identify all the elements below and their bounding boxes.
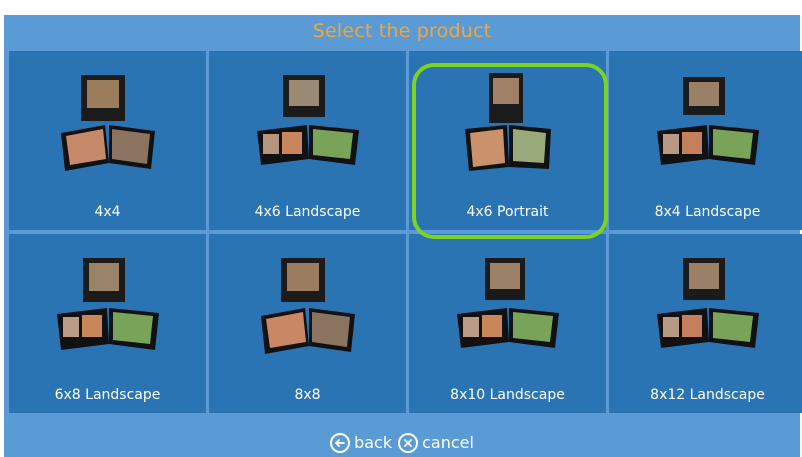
photobook-thumbnail <box>657 258 759 348</box>
product-tile-8x12-landscape[interactable]: 8x12 Landscape <box>609 234 802 413</box>
photobook-thumbnail <box>657 77 759 165</box>
footer-bar: back cancel <box>4 428 800 457</box>
product-tile-6x8-landscape[interactable]: 6x8 Landscape <box>9 234 206 413</box>
arrow-left-circle-icon <box>330 432 351 453</box>
product-label: 4x6 Portrait <box>466 204 549 220</box>
photobook-thumbnail <box>61 75 155 171</box>
product-tile-8x4-landscape[interactable]: 8x4 Landscape <box>609 51 802 230</box>
cancel-label: cancel <box>422 433 474 452</box>
cancel-button[interactable]: cancel <box>398 432 474 453</box>
page-title: Select the product <box>312 20 492 42</box>
product-selection-screen: Select the product 4x4 4x6 Landscape 4x6… <box>4 15 802 457</box>
x-circle-icon <box>398 432 419 453</box>
product-tile-4x6-landscape[interactable]: 4x6 Landscape <box>209 51 406 230</box>
product-label: 8x4 Landscape <box>654 204 761 220</box>
product-label: 8x10 Landscape <box>450 387 565 403</box>
product-label: 6x8 Landscape <box>54 387 161 403</box>
back-button[interactable]: back <box>330 432 393 453</box>
product-label: 8x12 Landscape <box>650 387 765 403</box>
product-tile-4x6-portrait[interactable]: 4x6 Portrait <box>409 51 606 230</box>
product-label: 4x4 <box>94 204 121 220</box>
product-tile-8x8[interactable]: 8x8 <box>209 234 406 413</box>
product-grid: 4x4 4x6 Landscape 4x6 Portrait 8x4 Lands… <box>9 51 802 414</box>
photobook-thumbnail <box>465 73 551 171</box>
product-tile-8x10-landscape[interactable]: 8x10 Landscape <box>409 234 606 413</box>
photobook-thumbnail <box>261 258 355 354</box>
photobook-thumbnail <box>457 258 559 348</box>
photobook-thumbnail <box>257 75 359 165</box>
product-tile-4x4[interactable]: 4x4 <box>9 51 206 230</box>
back-label: back <box>354 433 393 452</box>
product-label: 4x6 Landscape <box>254 204 361 220</box>
photobook-thumbnail <box>57 258 159 350</box>
product-label: 8x8 <box>294 387 321 403</box>
